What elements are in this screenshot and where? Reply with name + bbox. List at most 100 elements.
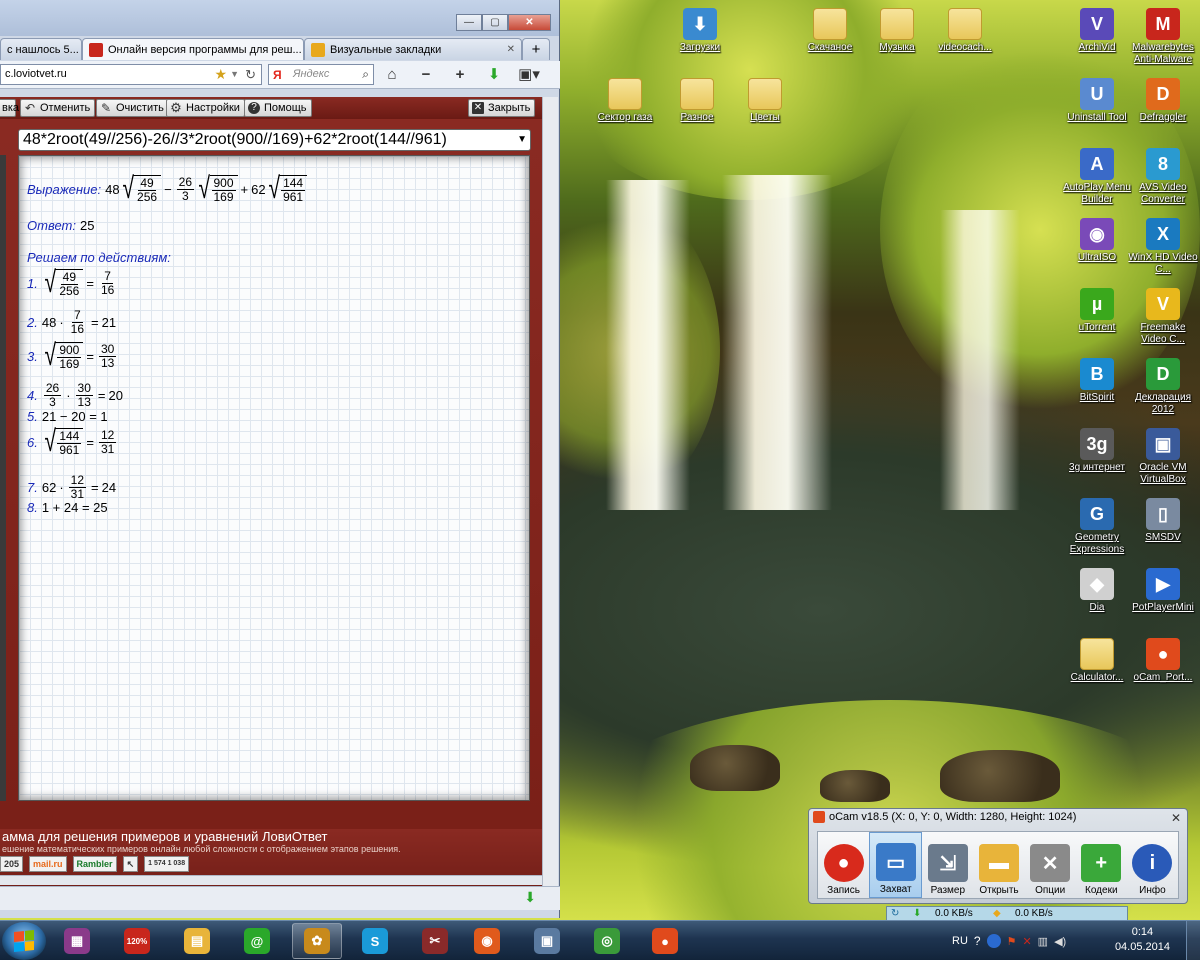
- history-dropdown-icon[interactable]: ▼: [230, 65, 239, 84]
- desktop-icon[interactable]: videocach...: [930, 8, 1000, 54]
- tray-app-icon[interactable]: [986, 934, 1001, 948]
- desktop-icon[interactable]: ⬇ Загрузки: [665, 8, 735, 54]
- bookmarks-icon[interactable]: ▣▾: [514, 65, 544, 85]
- close-window-button[interactable]: ✕: [508, 14, 551, 31]
- stats-badge[interactable]: 1 574 1 038: [144, 856, 190, 872]
- ocam-button[interactable]: i Инфо: [1127, 832, 1178, 898]
- app-icon: 3g: [1080, 428, 1114, 460]
- taskbar-winrar-button[interactable]: ▦: [52, 923, 102, 959]
- app-icon: A: [1080, 148, 1114, 180]
- app-icon: D: [1146, 358, 1180, 390]
- taskbar-explorer-button[interactable]: ▤: [172, 923, 222, 959]
- close-tab-icon[interactable]: ✕: [507, 40, 515, 60]
- desktop-icon[interactable]: M Malwarebytes Anti-Malware: [1128, 8, 1198, 66]
- minimize-button[interactable]: —: [456, 14, 482, 31]
- ocam-close-icon[interactable]: ✕: [1171, 811, 1181, 825]
- help-button[interactable]: ? Помощь: [244, 99, 312, 117]
- bookmark-star-icon[interactable]: ★: [214, 65, 227, 84]
- desktop-icon[interactable]: ▯ SMSDV: [1128, 498, 1198, 544]
- home-icon[interactable]: ⌂: [382, 65, 402, 85]
- volume-icon[interactable]: ◀): [1054, 935, 1066, 948]
- desktop-icon[interactable]: A AutoPlay Menu Builder: [1062, 148, 1132, 206]
- security-tray-icon[interactable]: ✕: [1022, 935, 1031, 948]
- rambler-badge[interactable]: Rambler: [72, 856, 117, 872]
- address-bar[interactable]: c.loviotvet.ru ★ ▼ ↻: [0, 64, 262, 85]
- desktop-icon[interactable]: Цветы: [730, 78, 800, 124]
- zoom-in-icon[interactable]: +: [450, 65, 470, 85]
- taskbar-chrome-button[interactable]: ◎: [582, 923, 632, 959]
- desktop-icon[interactable]: Музыка: [862, 8, 932, 54]
- tab-visual-bookmarks[interactable]: Визуальные закладки ✕: [304, 38, 522, 60]
- desktop-icon[interactable]: µ uTorrent: [1062, 288, 1132, 334]
- search-icon[interactable]: ⌕: [362, 65, 369, 84]
- step-row: 7. 62 · 12 31 = 24: [27, 474, 116, 501]
- ocam-button[interactable]: ● Запись: [818, 832, 869, 898]
- clock[interactable]: 0:14 04.05.2014: [1115, 925, 1170, 955]
- desktop-icon[interactable]: ◉ UltraISO: [1062, 218, 1132, 264]
- taskbar-film-app-button[interactable]: ▣: [522, 923, 572, 959]
- liveinternet-badge[interactable]: ↖: [122, 856, 139, 872]
- desktop-icon[interactable]: Разное: [662, 78, 732, 124]
- maximize-button[interactable]: ▢: [482, 14, 508, 31]
- help-tray-icon[interactable]: ?: [974, 934, 981, 948]
- download-status-icon[interactable]: ⬇: [524, 889, 536, 906]
- vertical-scrollbar[interactable]: [542, 97, 558, 909]
- taskbar-skype-button[interactable]: S: [350, 923, 400, 959]
- show-desktop-button[interactable]: [1186, 921, 1200, 960]
- ocam-button[interactable]: ▭ Захват: [869, 832, 923, 898]
- desktop-icon[interactable]: ◆ Dia: [1062, 568, 1132, 614]
- desktop-icon[interactable]: ● oCam_Port...: [1128, 638, 1198, 684]
- ocam-button[interactable]: ✕ Опции: [1025, 832, 1076, 898]
- flag-tray-icon[interactable]: ⚑: [1007, 935, 1017, 948]
- taskbar-acrobat-120-button[interactable]: 120%: [112, 923, 162, 959]
- desktop-icon[interactable]: Сектор газа: [590, 78, 660, 124]
- cut-button[interactable]: вка: [0, 99, 19, 117]
- tab-search[interactable]: c нашлось 5... ✕: [0, 38, 82, 60]
- fraction: 7 16: [69, 309, 86, 336]
- taskbar-firefox-button[interactable]: ◉: [462, 923, 512, 959]
- expression-input[interactable]: 48*2root(49//256)-26//3*2root(900//169)+…: [18, 129, 531, 151]
- language-indicator[interactable]: RU: [952, 935, 968, 947]
- start-button[interactable]: [2, 922, 46, 960]
- desktop-icon[interactable]: ▶ PotPlayerMini: [1128, 568, 1198, 614]
- taskbar-media-app-button[interactable]: ✂: [410, 923, 460, 959]
- taskbar-ocam-button[interactable]: ●: [640, 923, 690, 959]
- desktop-icon[interactable]: Скачаное: [795, 8, 865, 54]
- ocam-button[interactable]: ▬ Открыть: [973, 832, 1024, 898]
- desktop-icon[interactable]: ▣ Oracle VM VirtualBox: [1128, 428, 1198, 486]
- counter-badge[interactable]: 205: [0, 856, 24, 872]
- undo-button[interactable]: ↶ Отменить: [20, 99, 96, 117]
- desktop-icon[interactable]: 3g 3g интернет: [1062, 428, 1132, 474]
- skype-icon: S: [362, 928, 388, 954]
- taskbar-bug-app-button[interactable]: ✿: [292, 923, 342, 959]
- tab-label: Визуальные закладки: [330, 43, 442, 56]
- step-row: 8. 1 + 24 = 25: [27, 500, 108, 515]
- search-input[interactable]: Я Яндекс ⌕: [268, 64, 374, 85]
- desktop-icon[interactable]: 8 AVS Video Converter: [1128, 148, 1198, 206]
- desktop-icon[interactable]: V ArchiVid: [1062, 8, 1132, 54]
- horizontal-scrollbar[interactable]: [0, 875, 542, 885]
- desktop-icon[interactable]: G Geometry Expressions: [1062, 498, 1132, 556]
- desktop-icon[interactable]: D Defraggler: [1128, 78, 1198, 124]
- ocam-button[interactable]: ⇲ Размер: [922, 832, 973, 898]
- clear-button[interactable]: ✎ Очистить: [96, 99, 169, 117]
- close-app-button[interactable]: ✕ Закрыть: [468, 99, 536, 117]
- tab-loviotvet[interactable]: Онлайн версия программы для реш... ✕: [82, 38, 304, 60]
- desktop-icon[interactable]: U Uninstall Tool: [1062, 78, 1132, 124]
- ocam-button[interactable]: + Кодеки: [1076, 832, 1127, 898]
- desktop-icon[interactable]: D Декларация 2012: [1128, 358, 1198, 416]
- mailru-badge[interactable]: mail.ru: [29, 856, 67, 872]
- desktop-icon[interactable]: X WinX HD Video C...: [1128, 218, 1198, 276]
- reload-icon[interactable]: ↻: [245, 65, 256, 84]
- network-tray-icon[interactable]: ▥: [1038, 935, 1048, 948]
- download-icon[interactable]: ⬇: [484, 65, 504, 85]
- zoom-out-icon[interactable]: −: [416, 65, 436, 85]
- desktop-icon[interactable]: Calculator...: [1062, 638, 1132, 684]
- chevron-down-icon[interactable]: ▼: [517, 130, 527, 150]
- new-tab-button[interactable]: +: [522, 38, 550, 60]
- refresh-icon[interactable]: ↻: [891, 907, 899, 921]
- desktop-icon[interactable]: V Freemake Video C...: [1128, 288, 1198, 346]
- desktop-icon[interactable]: B BitSpirit: [1062, 358, 1132, 404]
- settings-button[interactable]: ⚙ Настройки: [166, 99, 245, 117]
- taskbar-mail-agent-button[interactable]: @: [232, 923, 282, 959]
